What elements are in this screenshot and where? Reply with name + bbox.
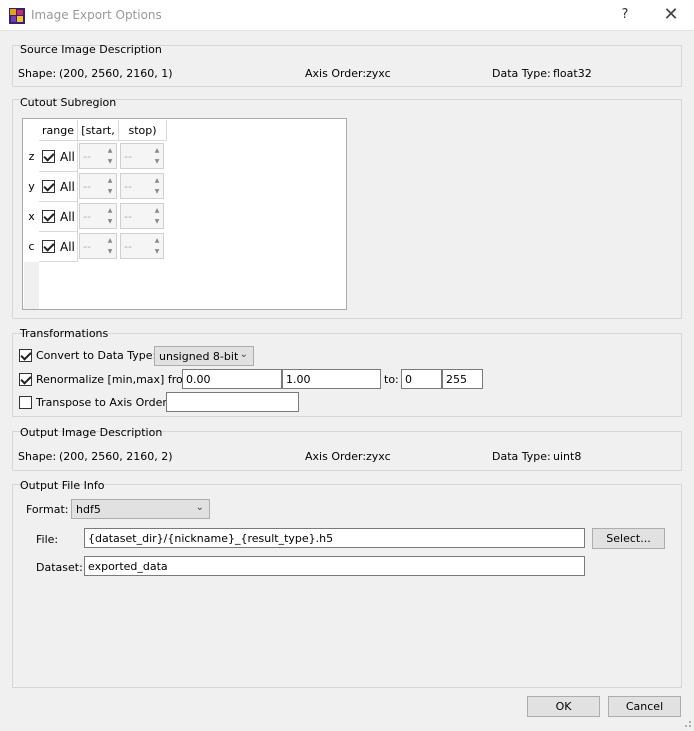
source-description-title: Source Image Description xyxy=(20,43,162,56)
output-dtype-value: uint8 xyxy=(553,450,582,463)
convert-checkbox[interactable] xyxy=(19,349,32,362)
chevron-down-icon: ⌄ xyxy=(239,349,248,360)
all-checkbox-z[interactable] xyxy=(42,150,55,163)
resize-grip-icon[interactable] xyxy=(680,716,692,728)
chevron-down-icon: ⌄ xyxy=(195,502,204,513)
file-label: File: xyxy=(36,533,59,546)
select-file-button[interactable]: Select... xyxy=(592,528,665,549)
range-cell: All xyxy=(39,202,78,232)
output-shape-value: (200, 2560, 2160, 2) xyxy=(59,450,173,463)
all-label-y: All xyxy=(60,180,75,194)
cutout-title: Cutout Subregion xyxy=(20,96,117,109)
stop-value-c: -- xyxy=(124,240,132,253)
help-button[interactable]: ? xyxy=(612,2,638,28)
app-icon xyxy=(9,8,25,24)
row-header-z: z xyxy=(24,142,39,172)
source-shape-value: (200, 2560, 2160, 1) xyxy=(59,67,173,80)
output-axis-value: zyxc xyxy=(366,450,391,463)
renorm-from-max-input[interactable] xyxy=(282,369,381,389)
renormalize-checkbox[interactable] xyxy=(19,373,32,386)
renorm-from-min-input[interactable] xyxy=(182,369,282,389)
output-shape-label: Shape: xyxy=(18,450,57,463)
cutout-table: range [start, stop) z All -- ▲ ▼ -- ▲ ▼ … xyxy=(22,118,347,310)
window-title: Image Export Options xyxy=(31,8,162,22)
dataset-label: Dataset: xyxy=(36,561,83,574)
header-start: [start, xyxy=(78,120,119,141)
ok-button[interactable]: OK xyxy=(527,696,600,717)
format-dropdown[interactable]: hdf5 ⌄ xyxy=(71,499,210,519)
row-header-strip xyxy=(24,262,39,309)
cancel-button[interactable]: Cancel xyxy=(608,696,681,717)
range-cell: All xyxy=(39,172,78,202)
spin-down-icon[interactable]: ▼ xyxy=(152,156,162,168)
output-axis-label: Axis Order: xyxy=(305,450,367,463)
spin-down-icon[interactable]: ▼ xyxy=(105,186,115,198)
renorm-to-label: to: xyxy=(384,373,399,386)
spin-down-icon[interactable]: ▼ xyxy=(105,156,115,168)
stop-value-y: -- xyxy=(124,180,132,193)
source-shape-label: Shape: xyxy=(18,67,57,80)
renormalize-label: Renormalize [min,max] from: xyxy=(36,373,198,386)
spin-down-icon[interactable]: ▼ xyxy=(152,246,162,258)
range-cell: All xyxy=(39,232,78,262)
close-icon[interactable]: ✕ xyxy=(656,2,686,28)
row-header-y: y xyxy=(24,172,39,202)
stop-value-x: -- xyxy=(124,210,132,223)
start-value-y: -- xyxy=(83,180,91,193)
start-spinbox-y[interactable]: -- ▲ ▼ xyxy=(79,173,117,199)
output-dtype-label: Data Type: xyxy=(492,450,551,463)
transpose-input[interactable] xyxy=(166,392,299,412)
all-checkbox-y[interactable] xyxy=(42,180,55,193)
source-axis-label: Axis Order: xyxy=(305,67,367,80)
all-label-c: All xyxy=(60,240,75,254)
spin-down-icon[interactable]: ▼ xyxy=(105,216,115,228)
start-spinbox-z[interactable]: -- ▲ ▼ xyxy=(79,143,117,169)
source-dtype-value: float32 xyxy=(553,67,592,80)
all-checkbox-c[interactable] xyxy=(42,240,55,253)
renorm-to-min-input[interactable] xyxy=(401,369,442,389)
start-value-c: -- xyxy=(83,240,91,253)
range-cell: All xyxy=(39,142,78,172)
renorm-to-max-input[interactable] xyxy=(442,369,483,389)
row-header-x: x xyxy=(24,202,39,232)
start-value-x: -- xyxy=(83,210,91,223)
transformations-title: Transformations xyxy=(20,327,109,340)
spin-down-icon[interactable]: ▼ xyxy=(152,186,162,198)
data-type-dropdown[interactable]: unsigned 8-bit ⌄ xyxy=(154,346,254,366)
source-axis-value: zyxc xyxy=(366,67,391,80)
output-file-title: Output File Info xyxy=(20,479,105,492)
all-checkbox-x[interactable] xyxy=(42,210,55,223)
stop-spinbox-y[interactable]: -- ▲ ▼ xyxy=(120,173,164,199)
data-type-value: unsigned 8-bit xyxy=(159,350,239,363)
dataset-input[interactable] xyxy=(84,556,585,576)
stop-spinbox-c[interactable]: -- ▲ ▼ xyxy=(120,233,164,259)
convert-label: Convert to Data Type: xyxy=(36,349,157,362)
stop-value-z: -- xyxy=(124,150,132,163)
source-dtype-label: Data Type: xyxy=(492,67,551,80)
stop-spinbox-x[interactable]: -- ▲ ▼ xyxy=(120,203,164,229)
corner-cell xyxy=(24,120,39,141)
stop-spinbox-z[interactable]: -- ▲ ▼ xyxy=(120,143,164,169)
file-path-input[interactable] xyxy=(84,528,585,548)
start-value-z: -- xyxy=(83,150,91,163)
format-label: Format: xyxy=(26,503,69,516)
all-label-z: All xyxy=(60,150,75,164)
transpose-checkbox[interactable] xyxy=(19,396,32,409)
output-description-title: Output Image Description xyxy=(20,426,163,439)
row-header-c: c xyxy=(24,232,39,262)
format-value: hdf5 xyxy=(76,503,101,516)
start-spinbox-c[interactable]: -- ▲ ▼ xyxy=(79,233,117,259)
start-spinbox-x[interactable]: -- ▲ ▼ xyxy=(79,203,117,229)
header-stop: stop) xyxy=(119,120,167,141)
all-label-x: All xyxy=(60,210,75,224)
spin-down-icon[interactable]: ▼ xyxy=(105,246,115,258)
header-range: range xyxy=(39,120,78,141)
transpose-label: Transpose to Axis Order: xyxy=(36,396,171,409)
spin-down-icon[interactable]: ▼ xyxy=(152,216,162,228)
